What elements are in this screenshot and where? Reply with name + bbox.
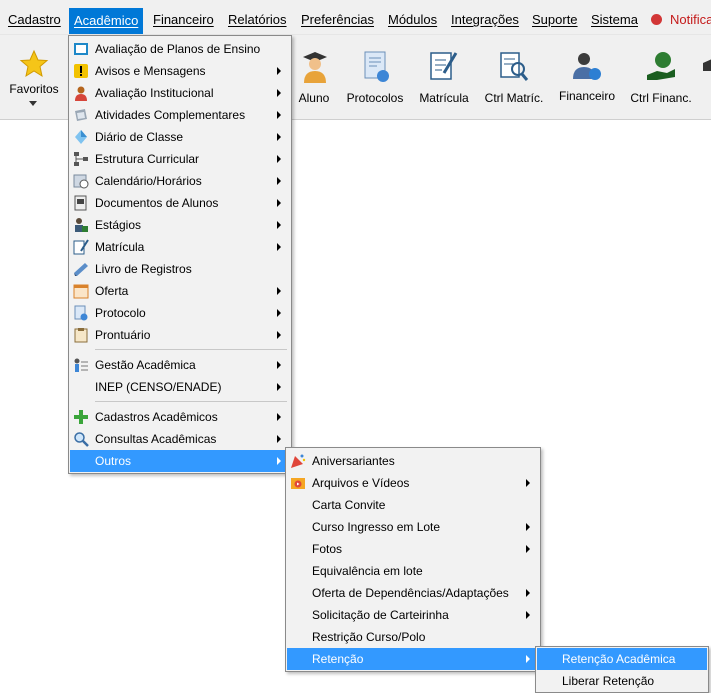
notification-icon bbox=[651, 14, 662, 25]
menu-separator bbox=[95, 349, 287, 350]
menu-notificacoes[interactable]: Notifica bbox=[670, 9, 711, 31]
menu-item-inep[interactable]: INEP (CENSO/ENADE) bbox=[70, 376, 290, 398]
toolbar-protocolos-label: Protocolos bbox=[346, 91, 404, 105]
retencao-submenu: Retenção Acadêmica Liberar Retenção bbox=[535, 646, 709, 693]
toolbar-ctrl-matric[interactable]: Ctrl Matríc. bbox=[480, 35, 548, 119]
menu-sistema[interactable]: Sistema bbox=[591, 9, 638, 31]
menu-item-retencao[interactable]: Retenção bbox=[287, 648, 539, 670]
protocol-small-icon bbox=[74, 305, 88, 321]
menu-item-cadastros-academicos[interactable]: Cadastros Acadêmicos bbox=[70, 406, 290, 428]
toolbar-favoritos-label: Favoritos bbox=[9, 82, 59, 96]
documents-icon bbox=[74, 195, 87, 211]
menu-bar: Cadastro Acadêmico Financeiro Relatórios… bbox=[0, 0, 711, 35]
cart-icon bbox=[703, 59, 711, 71]
enrollment-small-icon bbox=[73, 239, 89, 255]
warning-icon bbox=[74, 64, 88, 78]
toolbar-matricula-label: Matrícula bbox=[419, 91, 469, 105]
person-icon bbox=[75, 86, 87, 101]
menu-cadastro[interactable]: Cadastro bbox=[8, 9, 61, 31]
menu-item-consultas-academicas[interactable]: Consultas Acadêmicas bbox=[70, 428, 290, 450]
toolbar-protocolos[interactable]: Protocolos bbox=[343, 35, 407, 119]
menu-item-fotos[interactable]: Fotos bbox=[287, 538, 539, 560]
menu-preferencias[interactable]: Preferências bbox=[301, 9, 374, 31]
enrollment-icon bbox=[430, 52, 458, 80]
menu-item-diario-classe[interactable]: Diário de Classe bbox=[70, 126, 290, 148]
video-folder-icon bbox=[291, 478, 305, 489]
finance-user-icon bbox=[573, 53, 601, 80]
book-icon bbox=[74, 263, 88, 276]
menu-item-carta-convite[interactable]: Carta Convite bbox=[287, 494, 539, 516]
menu-item-matricula[interactable]: Matrícula bbox=[70, 236, 290, 258]
menu-item-curso-ingresso-lote[interactable]: Curso Ingresso em Lote bbox=[287, 516, 539, 538]
plus-icon bbox=[74, 410, 88, 424]
toolbar-favoritos[interactable]: Favoritos bbox=[2, 35, 66, 119]
menu-item-gestao-academica[interactable]: Gestão Acadêmica bbox=[70, 354, 290, 376]
toolbar-more[interactable] bbox=[700, 35, 711, 119]
toolbar-ctrl-financ-label: Ctrl Financ. bbox=[630, 91, 692, 105]
toolbar-matricula[interactable]: Matrícula bbox=[416, 35, 472, 119]
structure-icon bbox=[74, 152, 88, 166]
plan-evaluation-icon bbox=[74, 43, 88, 55]
menu-academico[interactable]: Acadêmico bbox=[69, 8, 144, 34]
menu-item-oferta-dependencias[interactable]: Oferta de Dependências/Adaptações bbox=[287, 582, 539, 604]
internship-icon bbox=[75, 218, 88, 232]
toolbar-aluno[interactable]: Aluno bbox=[292, 35, 336, 119]
menu-item-protocolo[interactable]: Protocolo bbox=[70, 302, 290, 324]
menu-modulos[interactable]: Módulos bbox=[388, 9, 437, 31]
menu-item-restricao-curso-polo[interactable]: Restrição Curso/Polo bbox=[287, 626, 539, 648]
menu-item-solicitacao-carteirinha[interactable]: Solicitação de Carteirinha bbox=[287, 604, 539, 626]
toolbar-ctrl-matric-label: Ctrl Matríc. bbox=[484, 91, 544, 105]
money-hand-icon bbox=[647, 52, 675, 80]
diary-icon bbox=[75, 130, 87, 144]
toolbar-financeiro-label: Financeiro bbox=[558, 89, 616, 103]
menu-item-equivalencia-lote[interactable]: Equivalência em lote bbox=[287, 560, 539, 582]
search-icon bbox=[74, 432, 89, 447]
star-icon bbox=[19, 49, 49, 78]
menu-item-arquivos-videos[interactable]: Arquivos e Vídeos bbox=[287, 472, 539, 494]
outros-submenu: Aniversariantes Arquivos e Vídeos Carta … bbox=[285, 447, 541, 672]
menu-item-avisos[interactable]: Avisos e Mensagens bbox=[70, 60, 290, 82]
menu-item-avaliacao-institucional[interactable]: Avaliação Institucional bbox=[70, 82, 290, 104]
toolbar-ctrl-financ[interactable]: Ctrl Financ. bbox=[627, 35, 695, 119]
menu-item-calendario[interactable]: Calendário/Horários bbox=[70, 170, 290, 192]
protocol-icon bbox=[364, 51, 389, 82]
favoritos-dropdown-arrow[interactable] bbox=[29, 101, 37, 106]
menu-item-retencao-academica[interactable]: Retenção Acadêmica bbox=[537, 648, 707, 670]
management-icon bbox=[74, 358, 88, 372]
toolbar-aluno-label: Aluno bbox=[298, 91, 330, 105]
menu-item-oferta[interactable]: Oferta bbox=[70, 280, 290, 302]
menu-item-estagios[interactable]: Estágios bbox=[70, 214, 290, 236]
menu-item-liberar-retencao[interactable]: Liberar Retenção bbox=[537, 670, 707, 692]
menu-relatorios[interactable]: Relatórios bbox=[228, 9, 287, 31]
menu-item-avaliacao-planos[interactable]: Avaliação de Planos de Ensino bbox=[70, 38, 290, 60]
menu-integracoes[interactable]: Integrações bbox=[451, 9, 519, 31]
enrollment-control-icon bbox=[500, 52, 529, 81]
student-icon bbox=[303, 52, 327, 83]
menu-item-estrutura-curricular[interactable]: Estrutura Curricular bbox=[70, 148, 290, 170]
menu-item-prontuario[interactable]: Prontuário bbox=[70, 324, 290, 346]
clipboard-icon bbox=[74, 328, 88, 343]
menu-item-documentos-alunos[interactable]: Documentos de Alunos bbox=[70, 192, 290, 214]
academico-menu: Avaliação de Planos de Ensino Avisos e M… bbox=[68, 35, 292, 474]
menu-item-atividades-complementares[interactable]: Atividades Complementares bbox=[70, 104, 290, 126]
menu-item-outros[interactable]: Outros bbox=[70, 450, 290, 472]
party-icon bbox=[291, 454, 306, 468]
offer-calendar-icon bbox=[73, 284, 89, 299]
menu-financeiro[interactable]: Financeiro bbox=[153, 9, 214, 31]
menu-separator bbox=[95, 401, 287, 402]
calendar-clock-icon bbox=[73, 174, 89, 189]
menu-suporte[interactable]: Suporte bbox=[532, 9, 578, 31]
menu-item-aniversariantes[interactable]: Aniversariantes bbox=[287, 450, 539, 472]
menu-item-livro-registros[interactable]: Livro de Registros bbox=[70, 258, 290, 280]
activities-icon bbox=[75, 109, 87, 121]
toolbar-financeiro[interactable]: Financeiro bbox=[555, 35, 619, 119]
